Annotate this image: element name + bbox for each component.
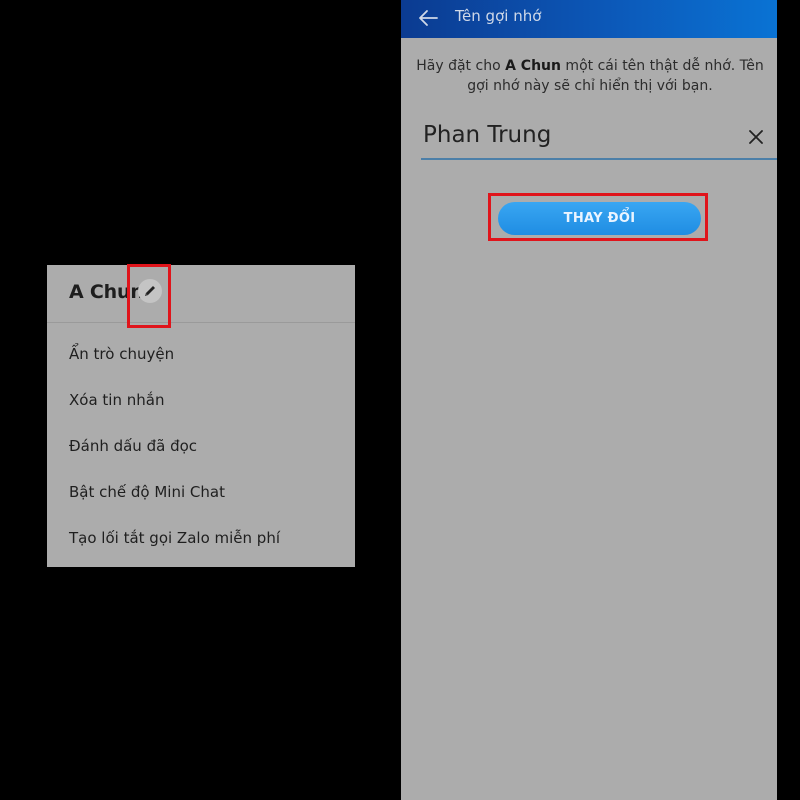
menu-header: A Chun [47, 265, 355, 323]
menu-item-delete-messages[interactable]: Xóa tin nhắn [69, 391, 164, 409]
menu-item-mark-read[interactable]: Đánh dấu đã đọc [69, 437, 197, 455]
conversation-menu: A Chun Ẩn trò chuyện Xóa tin nhắn Đánh d… [47, 265, 355, 567]
back-arrow-icon[interactable] [418, 9, 438, 27]
menu-item-hide-chat[interactable]: Ẩn trò chuyện [69, 345, 174, 363]
close-icon[interactable] [748, 129, 764, 145]
description-prefix: Hãy đặt cho [416, 58, 506, 74]
nickname-input[interactable]: Phan Trung [421, 115, 777, 161]
menu-item-mini-chat[interactable]: Bật chế độ Mini Chat [69, 483, 225, 501]
description-contact-name: A Chun [505, 58, 561, 74]
nickname-screen: Tên gợi nhớ Hãy đặt cho A Chun một cái t… [401, 0, 777, 800]
description-text: Hãy đặt cho A Chun một cái tên thật dễ n… [415, 56, 765, 96]
menu-divider [47, 322, 355, 323]
highlight-box-edit [127, 264, 171, 328]
app-bar: Tên gợi nhớ [401, 0, 777, 38]
menu-item-create-shortcut[interactable]: Tạo lối tắt gọi Zalo miễn phí [69, 529, 280, 547]
screen-title: Tên gợi nhớ [455, 7, 542, 25]
change-button[interactable]: THAY ĐỔI [498, 202, 701, 235]
nickname-value[interactable]: Phan Trung [423, 122, 551, 148]
input-underline [421, 158, 777, 160]
